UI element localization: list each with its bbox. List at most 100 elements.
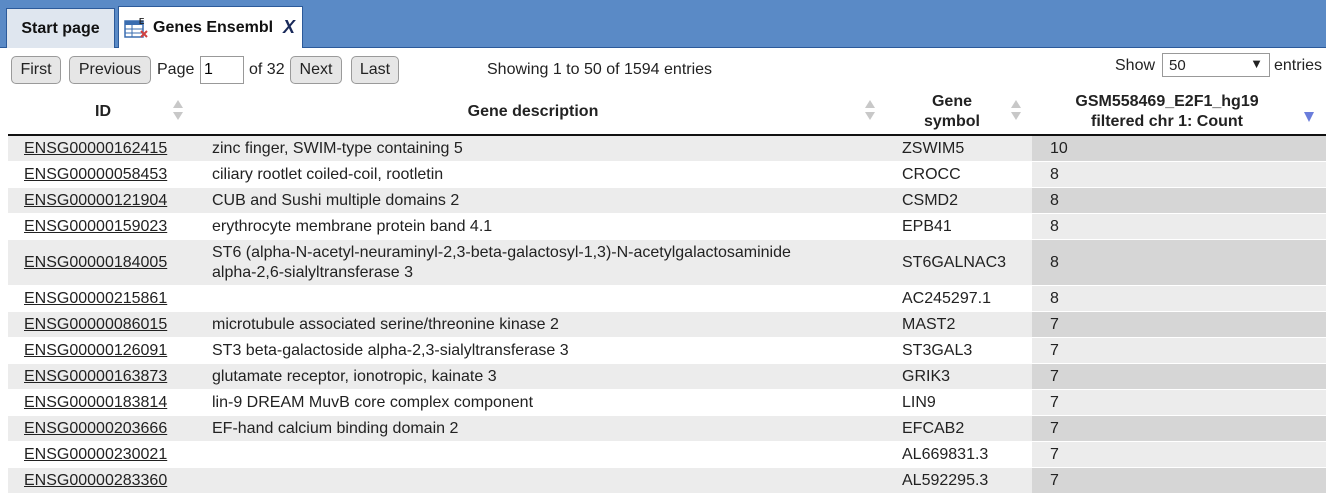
gene-description-text-line2: alpha-2,6-sialyltransferase 3 (212, 263, 413, 281)
close-tab-icon[interactable]: X (283, 17, 295, 38)
gene-description: ST3 beta-galactoside alpha-2,3-sialyltra… (212, 338, 882, 363)
table-row[interactable]: ENSG00000086015 microtubule associated se… (8, 312, 1326, 338)
next-page-button[interactable]: Next (290, 56, 342, 84)
table-row[interactable]: ENSG00000230021 AL669831.3 7 (8, 442, 1326, 468)
gene-id-link[interactable]: ENSG00000203666 (24, 416, 204, 441)
gene-id-link[interactable]: ENSG00000159023 (24, 214, 204, 239)
gene-description-text: EF-hand calcium binding domain 2 (212, 419, 459, 437)
pager-toolbar: First Previous Page of 32 Next Last Show… (0, 48, 1326, 90)
tab-start-page-label: Start page (21, 19, 100, 37)
table-row[interactable]: ENSG00000159023 erythrocyte membrane prot… (8, 214, 1326, 240)
dropdown-arrow-icon: ▼ (1250, 56, 1263, 71)
table-row[interactable]: ENSG00000184005 ST6 (alpha-N-acetyl-neura… (8, 240, 1326, 286)
count-value: 8 (1032, 188, 1326, 213)
gene-description-text: ciliary rootlet coiled-coil, rootletin (212, 165, 444, 183)
sort-descending-icon[interactable] (1303, 108, 1315, 132)
entries-per-page-value: 50 (1169, 56, 1186, 74)
gene-id-link[interactable]: ENSG00000283360 (24, 468, 204, 493)
svg-text:E: E (139, 17, 145, 26)
gene-description: glutamate receptor, ionotropic, kainate … (212, 364, 882, 389)
gene-id-link[interactable]: ENSG00000126091 (24, 338, 204, 363)
gene-symbol: MAST2 (902, 315, 956, 333)
gene-description-text: microtubule associated serine/threonine … (212, 315, 559, 333)
column-header-count[interactable]: GSM558469_E2F1_hg19 filtered chr 1: Coun… (1032, 90, 1302, 134)
column-header-symbol-line2: symbol (923, 113, 980, 130)
table-row[interactable]: ENSG00000121904 CUB and Sushi multiple do… (8, 188, 1326, 214)
gene-id-link[interactable]: ENSG00000086015 (24, 312, 204, 337)
table-icon: E (123, 15, 149, 41)
page-number-input[interactable] (200, 56, 244, 84)
gene-symbol: EFCAB2 (902, 419, 965, 437)
column-header-description[interactable]: Gene description (198, 90, 868, 134)
entries-info: Showing 1 to 50 of 1594 entries (487, 61, 713, 78)
table-row[interactable]: ENSG00000183814 lin-9 DREAM MuvB core com… (8, 390, 1326, 416)
column-header-id[interactable]: ID (8, 90, 198, 134)
gene-id-link[interactable]: ENSG00000215861 (24, 286, 204, 311)
gene-description: zinc finger, SWIM-type containing 5 (212, 136, 882, 161)
gene-symbol: GRIK3 (902, 367, 951, 385)
count-value: 7 (1032, 416, 1326, 441)
count-value: 8 (1032, 286, 1326, 311)
count-value: 7 (1032, 338, 1326, 363)
table-row[interactable]: ENSG00000283360 AL592295.3 7 (8, 468, 1326, 494)
gene-description: ST6 (alpha-N-acetyl-neuraminyl-2,3-beta-… (212, 240, 882, 285)
count-value: 7 (1032, 442, 1326, 467)
gene-description: lin-9 DREAM MuvB core complex component (212, 390, 882, 415)
table-row[interactable]: ENSG00000203666 EF-hand calcium binding d… (8, 416, 1326, 442)
sort-icon[interactable] (172, 98, 184, 122)
gene-symbol: CROCC (902, 165, 961, 183)
gene-description: erythrocyte membrane protein band 4.1 (212, 214, 882, 239)
gene-description-text: erythrocyte membrane protein band 4.1 (212, 217, 493, 235)
gene-symbol: ST3GAL3 (902, 341, 973, 359)
gene-symbol: ST6GALNAC3 (902, 253, 1007, 271)
entries-label: entries (1274, 57, 1323, 74)
entries-per-page-select[interactable]: 50 ▼ (1162, 53, 1270, 77)
gene-id-link[interactable]: ENSG00000184005 (24, 240, 204, 285)
column-header-count-line2: filtered chr 1: Count (1090, 113, 1243, 130)
gene-symbol: AC245297.1 (902, 289, 991, 307)
table-row[interactable]: ENSG00000058453 ciliary rootlet coiled-co… (8, 162, 1326, 188)
gene-description (212, 442, 882, 467)
gene-symbol: LIN9 (902, 393, 936, 411)
tab-genes-ensembl[interactable]: E Genes Ensembl X (118, 6, 303, 48)
gene-id-link[interactable]: ENSG00000163873 (24, 364, 204, 389)
gene-id-link[interactable]: ENSG00000230021 (24, 442, 204, 467)
gene-symbol: AL669831.3 (902, 445, 989, 463)
table-row[interactable]: ENSG00000162415 zinc finger, SWIM-type co… (8, 136, 1326, 162)
table-body: ENSG00000162415 zinc finger, SWIM-type co… (8, 136, 1326, 494)
last-page-button[interactable]: Last (351, 56, 399, 84)
count-value: 10 (1032, 136, 1326, 161)
count-value: 7 (1032, 364, 1326, 389)
previous-page-button[interactable]: Previous (69, 56, 151, 84)
count-value: 7 (1032, 312, 1326, 337)
gene-id-link[interactable]: ENSG00000121904 (24, 188, 204, 213)
page-label: Page (157, 61, 195, 78)
tab-start-page[interactable]: Start page (6, 8, 115, 48)
gene-description-text: ST6 (alpha-N-acetyl-neuraminyl-2,3-beta-… (212, 243, 791, 261)
count-value: 8 (1032, 240, 1326, 285)
sort-icon[interactable] (864, 98, 876, 122)
first-page-button[interactable]: First (11, 56, 61, 84)
count-value: 8 (1032, 214, 1326, 239)
table-row[interactable]: ENSG00000126091 ST3 beta-galactoside alph… (8, 338, 1326, 364)
gene-description (212, 468, 882, 493)
tab-genes-ensembl-label: Genes Ensembl (153, 18, 274, 36)
show-label: Show (1115, 57, 1156, 74)
gene-description (212, 286, 882, 311)
gene-description-text: lin-9 DREAM MuvB core complex component (212, 393, 534, 411)
gene-description-text: ST3 beta-galactoside alpha-2,3-sialyltra… (212, 341, 569, 359)
gene-id-link[interactable]: ENSG00000162415 (24, 136, 204, 161)
gene-symbol: EPB41 (902, 217, 952, 235)
column-header-symbol[interactable]: Gene symbol (892, 90, 1012, 134)
gene-id-link[interactable]: ENSG00000058453 (24, 162, 204, 187)
gene-description: microtubule associated serine/threonine … (212, 312, 882, 337)
gene-id-link[interactable]: ENSG00000183814 (24, 390, 204, 415)
table-row[interactable]: ENSG00000215861 AC245297.1 8 (8, 286, 1326, 312)
gene-symbol: CSMD2 (902, 191, 959, 209)
tab-bar: Start page E Genes Ensembl X (0, 0, 1326, 48)
count-value: 7 (1032, 390, 1326, 415)
gene-symbol: ZSWIM5 (902, 139, 965, 157)
gene-description-text: zinc finger, SWIM-type containing 5 (212, 139, 463, 157)
sort-icon[interactable] (1010, 98, 1022, 122)
table-row[interactable]: ENSG00000163873 glutamate receptor, ionot… (8, 364, 1326, 390)
